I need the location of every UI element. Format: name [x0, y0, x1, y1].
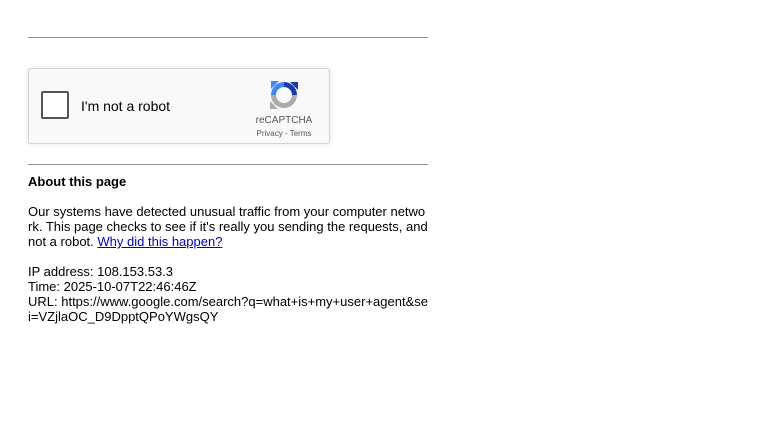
privacy-link[interactable]: Privacy	[257, 129, 283, 138]
request-url: URL: https://www.google.com/search?q=wha…	[28, 294, 428, 324]
request-time: Time: 2025-10-07T22:46:46Z	[28, 279, 197, 294]
traffic-message: Our systems have detected unusual traffi…	[28, 204, 428, 249]
about-heading: About this page	[28, 174, 127, 189]
recaptcha-branding: reCAPTCHA Privacy - Terms	[249, 79, 319, 138]
traffic-message-text: Our systems have detected unusual traffi…	[28, 204, 428, 249]
recaptcha-checkbox[interactable]	[41, 91, 69, 119]
top-divider	[28, 37, 428, 38]
recaptcha-brand-text: reCAPTCHA	[255, 115, 313, 126]
middle-divider	[28, 164, 428, 165]
recaptcha-widget: I'm not a robot reCAPTCHA Privacy - Term…	[28, 68, 330, 144]
recaptcha-logo-icon	[270, 81, 298, 109]
about-section: About this page Our systems have detecte…	[28, 174, 428, 324]
recaptcha-links: Privacy - Terms	[249, 129, 319, 138]
why-link[interactable]: Why did this happen?	[97, 234, 222, 249]
links-separator: -	[282, 129, 290, 138]
ip-address: IP address: 108.153.53.3	[28, 264, 174, 279]
terms-link[interactable]: Terms	[290, 129, 312, 138]
recaptcha-checkbox-label: I'm not a robot	[81, 98, 171, 114]
